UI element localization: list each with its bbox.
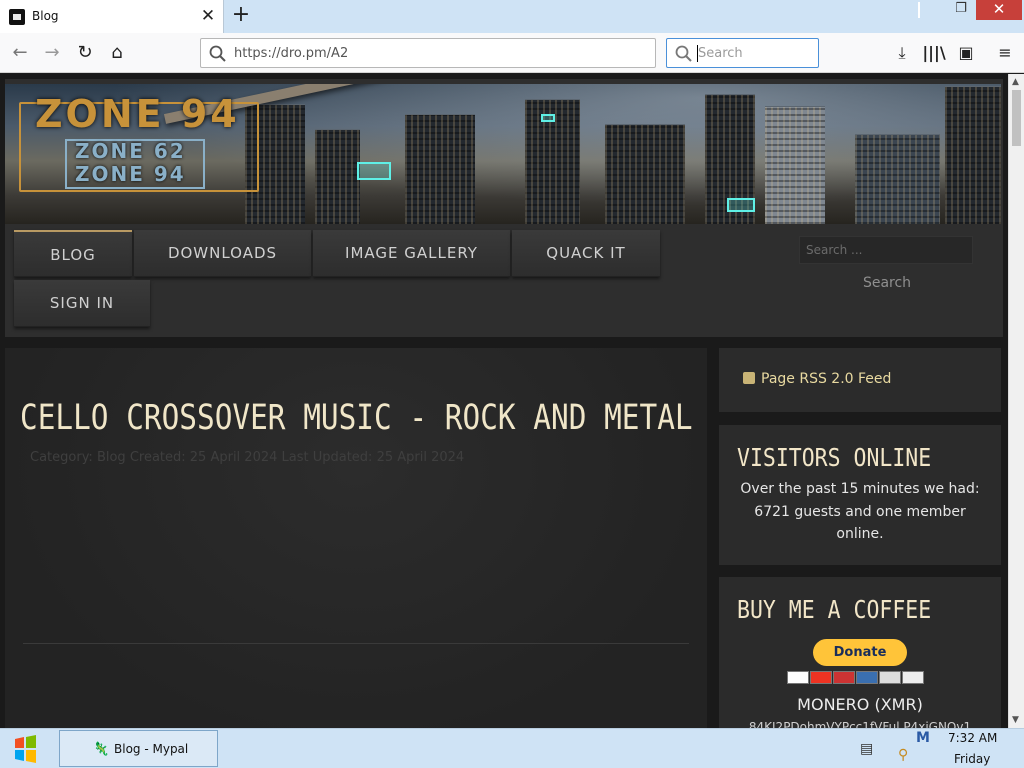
site-favicon-icon (9, 9, 25, 25)
url-text: https://dro.pm/A2 (234, 46, 349, 61)
keyboard-tray-icon[interactable]: ▤ (860, 741, 873, 757)
visa-card-icon (787, 671, 809, 684)
coffee-module: BUY ME A COFFEE Donate MONERO (XMR) 84KI… (719, 577, 1001, 728)
taskbar-item-label: Blog - Mypal (114, 742, 189, 756)
back-arrow-icon[interactable]: ← (7, 40, 33, 66)
coffee-heading: BUY ME A COFFEE (737, 595, 932, 624)
menu-item-image-gallery[interactable]: IMAGE GALLERY (313, 230, 510, 277)
site-search-input[interactable]: Search ... (799, 236, 973, 264)
tab-title: Blog (32, 9, 59, 23)
taskbar: 🦎 Blog - Mypal ▤ ⚲ M 7:32 AM Friday (0, 728, 1024, 768)
search-tray-icon[interactable]: ⚲ (898, 747, 908, 763)
bank-card-icon (902, 671, 924, 684)
restore-window-button[interactable]: ❐ (946, 0, 976, 20)
banner-building (405, 114, 475, 224)
banner-hologram (727, 198, 755, 212)
site-search-placeholder: Search ... (806, 243, 863, 257)
forward-arrow-icon[interactable]: → (39, 40, 65, 66)
visitors-text: Over the past 15 minutes we had: 6721 gu… (740, 481, 980, 542)
banner-building (945, 86, 1001, 224)
article-title[interactable]: CELLO CROSSOVER MUSIC - ROCK AND METAL (20, 398, 693, 438)
mail-tray-icon[interactable]: M (916, 730, 930, 746)
banner-hologram (541, 114, 555, 122)
menu-hamburger-icon[interactable]: ≡ (992, 40, 1018, 66)
rss-icon (743, 372, 755, 384)
address-bar[interactable]: https://dro.pm/A2 (200, 38, 656, 68)
menu-item-blog[interactable]: BLOG (14, 230, 132, 277)
visitors-heading: VISITORS ONLINE (737, 443, 932, 472)
rss-feed-link[interactable]: Page RSS 2.0 Feed (743, 371, 891, 387)
amex-card-icon (856, 671, 878, 684)
menu-item-downloads[interactable]: DOWNLOADS (134, 230, 311, 277)
banner-building (855, 134, 940, 224)
site-search-button[interactable]: Search (853, 267, 921, 299)
search-icon (675, 45, 692, 62)
clock-day[interactable]: Friday (954, 752, 990, 766)
home-icon[interactable]: ⌂ (104, 40, 130, 66)
search-icon (209, 45, 226, 62)
tab-strip: Blog ✕ + ❐ ✕ (0, 0, 1024, 33)
monero-address: 84KI2PDohmVYPcc1fVFul P4xjGNQv1 (748, 720, 972, 728)
close-window-button[interactable]: ✕ (976, 0, 1022, 20)
tab-blog[interactable]: Blog ✕ (0, 0, 224, 33)
monero-label: MONERO (XMR) (797, 695, 923, 714)
browser-search-input[interactable]: Search (666, 38, 819, 68)
sidebar-toggle-icon[interactable]: ▣ (953, 40, 979, 66)
banner-building (765, 106, 825, 224)
banner-hologram (357, 162, 391, 180)
page-viewport: ZONE 94 ZONE 62 ZONE 94 BLOG DOWNLOADS I… (0, 74, 1008, 728)
logo-subtitle-2: ZONE 94 (75, 162, 186, 186)
new-tab-icon[interactable]: + (229, 4, 253, 28)
close-tab-icon[interactable]: ✕ (198, 5, 218, 27)
downloads-icon[interactable]: ⤓ (889, 40, 915, 66)
site-logo[interactable]: ZONE 94 (35, 92, 240, 136)
discover-card-icon (879, 671, 901, 684)
search-placeholder: Search (698, 46, 743, 61)
article-meta: Category: Blog Created: 25 April 2024 La… (30, 450, 465, 465)
donate-button[interactable]: Donate (813, 639, 907, 666)
rss-module: Page RSS 2.0 Feed (719, 348, 1001, 412)
payment-cards (787, 671, 925, 685)
mastercard-icon (810, 671, 832, 684)
article-divider (23, 643, 689, 644)
site-banner: ZONE 94 ZONE 62 ZONE 94 (5, 84, 1001, 224)
taskbar-item-browser[interactable]: 🦎 Blog - Mypal (59, 730, 218, 767)
reload-icon[interactable]: ↻ (72, 40, 98, 66)
mypal-app-icon: 🦎 (93, 742, 110, 757)
rss-label: Page RSS 2.0 Feed (761, 371, 892, 387)
minimize-window-button[interactable] (918, 2, 926, 18)
library-icon[interactable]: |||\ (921, 40, 947, 66)
menu-item-sign-in[interactable]: SIGN IN (14, 280, 150, 327)
scrollbar-thumb[interactable] (1012, 90, 1021, 146)
banner-building (605, 124, 685, 224)
windows-start-icon[interactable] (6, 733, 44, 765)
logo-subtitle-1: ZONE 62 (75, 139, 186, 163)
scroll-down-icon[interactable]: ▼ (1012, 715, 1019, 725)
scroll-up-icon[interactable]: ▲ (1012, 77, 1019, 87)
banner-building (315, 129, 360, 224)
maestro-card-icon (833, 671, 855, 684)
page-scrollbar[interactable]: ▲ ▼ (1008, 74, 1024, 728)
visitors-module: VISITORS ONLINE Over the past 15 minutes… (719, 425, 1001, 565)
menu-item-quack-it[interactable]: QUACK IT (512, 230, 660, 277)
clock-time[interactable]: 7:32 AM (948, 731, 997, 745)
navigation-toolbar: ← → ↻ ⌂ https://dro.pm/A2 Search ⤓ |||\ … (0, 33, 1024, 73)
